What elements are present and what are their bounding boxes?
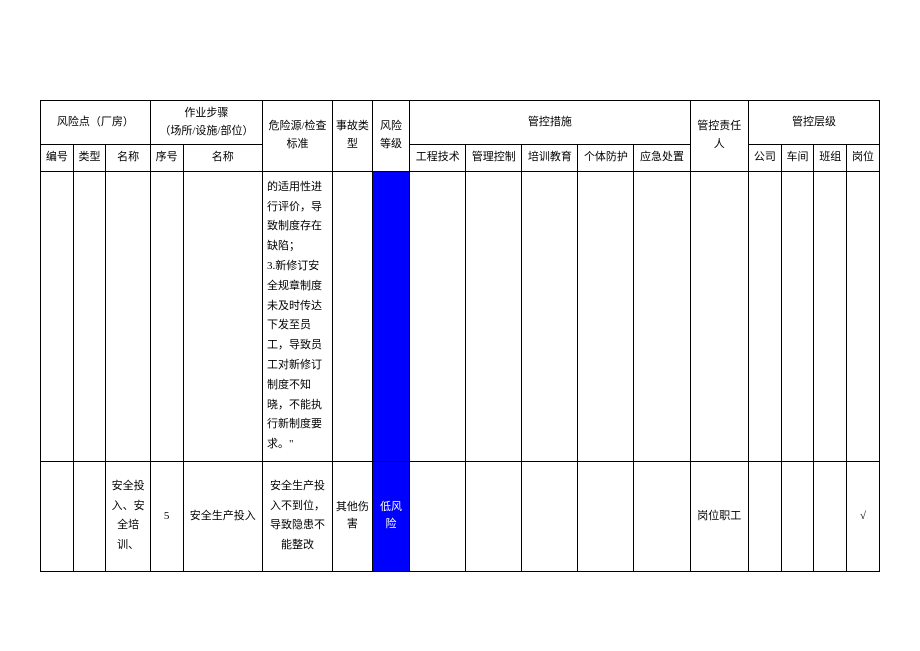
header-number: 编号 [41,145,74,172]
header-responsible: 管控责任人 [690,101,748,172]
header-step-name: 名称 [183,145,262,172]
header-team: 班组 [814,145,847,172]
cell-emergency [634,171,690,461]
header-workshop: 车间 [781,145,814,172]
table-row: 的适用性进行评价，导致制度存在缺陷； 3.新修订安全规章制度未及时传达下发至员工… [41,171,880,461]
header-training: 培训教育 [522,145,578,172]
cell-team [814,461,847,571]
cell-workshop [781,461,814,571]
header-engineering: 工程技术 [410,145,466,172]
cell-risk-level [372,171,409,461]
header-risk-point: 风险点（厂房） [41,101,151,145]
header-position: 岗位 [847,145,880,172]
header-type: 类型 [73,145,106,172]
cell-training [522,171,578,461]
cell-emergency [634,461,690,571]
header-risk-level: 风险等级 [372,101,409,172]
cell-hazard-text: 的适用性进行评价，导致制度存在缺陷； 3.新修订安全规章制度未及时传达下发至员工… [262,171,332,461]
cell-step-name: 安全生产投入 [183,461,262,571]
cell-training [522,461,578,571]
cell-ppe [578,171,634,461]
cell-accident-type [333,171,373,461]
table-header: 风险点（厂房） 作业步骤 （场所/设施/部位） 危险源/检查标准 事故类型 风险… [41,101,880,172]
cell-number [41,461,74,571]
cell-type [73,461,106,571]
cell-company [749,171,782,461]
header-accident-type: 事故类型 [333,101,373,172]
cell-type [73,171,106,461]
cell-seq: 5 [150,461,183,571]
cell-team [814,171,847,461]
cell-seq [150,171,183,461]
cell-step-name [183,171,262,461]
header-name: 名称 [106,145,150,172]
header-emergency: 应急处置 [634,145,690,172]
cell-workshop [781,171,814,461]
cell-accident-type: 其他伤害 [333,461,373,571]
cell-company [749,461,782,571]
cell-number [41,171,74,461]
header-company: 公司 [749,145,782,172]
cell-management [466,171,522,461]
table-row: 安全投入、安全培训、 5 安全生产投入 安全生产投入不到位，导致隐患不能整改 其… [41,461,880,571]
cell-position [847,171,880,461]
risk-control-table: 风险点（厂房） 作业步骤 （场所/设施/部位） 危险源/检查标准 事故类型 风险… [40,100,880,572]
cell-responsible [690,171,748,461]
cell-ppe [578,461,634,571]
cell-name: 安全投入、安全培训、 [106,461,150,571]
cell-responsible: 岗位职工 [690,461,748,571]
header-ppe: 个体防护 [578,145,634,172]
header-seq: 序号 [150,145,183,172]
cell-management [466,461,522,571]
cell-risk-level: 低风险 [372,461,409,571]
cell-name [106,171,150,461]
cell-engineering [410,171,466,461]
header-work-step: 作业步骤 （场所/设施/部位） [150,101,262,145]
header-control-measures: 管控措施 [410,101,690,145]
header-control-level: 管控层级 [749,101,880,145]
header-hazard-source: 危险源/检查标准 [262,101,332,172]
cell-hazard-text: 安全生产投入不到位，导致隐患不能整改 [262,461,332,571]
header-management: 管理控制 [466,145,522,172]
cell-position: √ [847,461,880,571]
cell-engineering [410,461,466,571]
